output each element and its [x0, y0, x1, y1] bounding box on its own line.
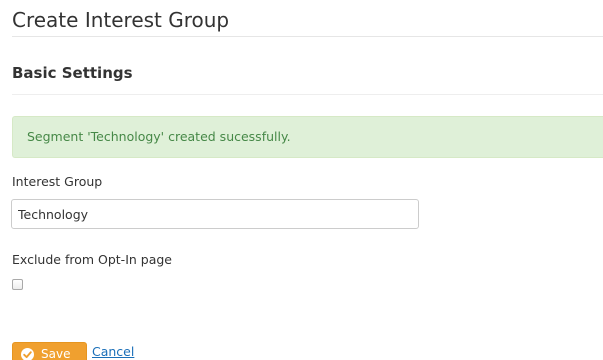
interest-group-input[interactable] [11, 199, 419, 229]
save-button[interactable]: Save [12, 342, 87, 360]
alert-message: Segment 'Technology' created sucessfully… [27, 129, 291, 144]
create-interest-group-page: Create Interest Group Basic Settings Seg… [0, 0, 603, 360]
exclude-opt-in-label: Exclude from Opt-In page [12, 252, 172, 267]
page-title: Create Interest Group [12, 8, 230, 32]
success-alert: Segment 'Technology' created sucessfully… [12, 116, 603, 158]
exclude-opt-in-checkbox[interactable] [12, 279, 23, 290]
cancel-link[interactable]: Cancel [92, 344, 134, 360]
title-divider [12, 36, 603, 37]
check-circle-icon [21, 348, 34, 360]
section-divider [12, 94, 603, 95]
section-title: Basic Settings [12, 64, 133, 82]
interest-group-label: Interest Group [12, 174, 103, 189]
save-button-label: Save [41, 347, 71, 360]
